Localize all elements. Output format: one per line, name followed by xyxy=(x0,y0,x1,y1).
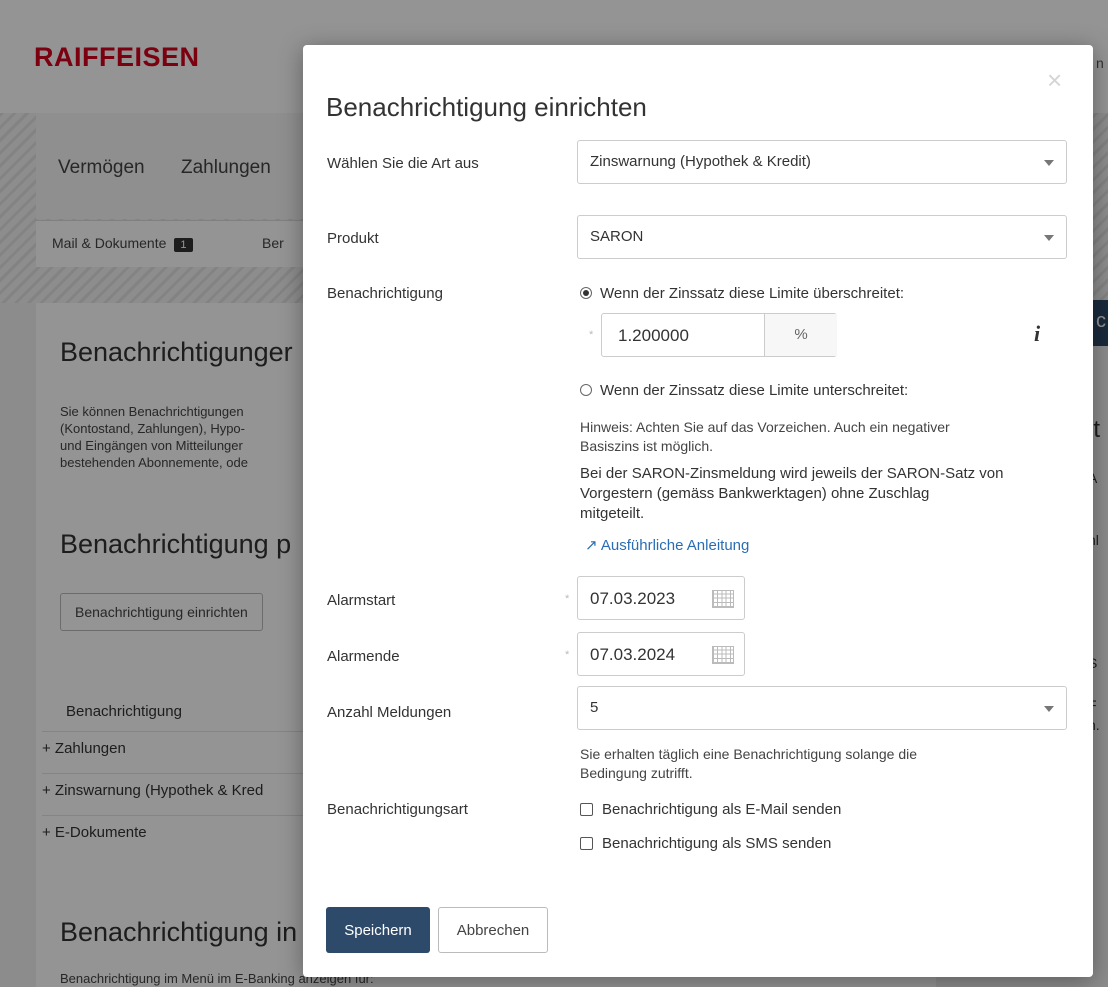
alarm-start-field[interactable]: 07.03.2023 xyxy=(577,576,745,620)
calendar-icon[interactable] xyxy=(712,590,734,608)
type-label: Wählen Sie die Art aus xyxy=(327,155,479,172)
note-line: mitgeteilt. xyxy=(580,505,645,522)
note-line: Vorgestern (gemäss Bankwerktagen) ohne Z… xyxy=(580,485,930,502)
hint-line: Bedingung zutrifft. xyxy=(580,765,693,781)
message-count-label: Anzahl Meldungen xyxy=(327,704,452,721)
sms-option[interactable]: Benachrichtigung als SMS senden xyxy=(580,835,831,852)
save-button[interactable]: Speichern xyxy=(326,907,430,953)
hint-line: Hinweis: Achten Sie auf das Vorzeichen. … xyxy=(580,419,950,435)
chevron-down-icon xyxy=(1044,160,1054,166)
email-option-label: Benachrichtigung als E-Mail senden xyxy=(602,801,842,818)
type-select[interactable]: Zinswarnung (Hypothek & Kredit) xyxy=(577,140,1067,184)
product-label: Produkt xyxy=(327,230,379,247)
alarm-start-value: 07.03.2023 xyxy=(590,589,676,608)
required-marker: * xyxy=(565,649,570,661)
radio-unselected-icon[interactable] xyxy=(580,384,592,396)
chevron-down-icon xyxy=(1044,706,1054,712)
note-line: Bei der SARON-Zinsmeldung wird jeweils d… xyxy=(580,465,1004,482)
notification-label: Benachrichtigung xyxy=(327,285,443,302)
product-select[interactable]: SARON xyxy=(577,215,1067,259)
saron-note: Bei der SARON-Zinsmeldung wird jeweils d… xyxy=(580,464,1060,524)
rate-limit-value: 1.200000 xyxy=(618,326,689,345)
chevron-down-icon xyxy=(1044,235,1054,241)
alarm-end-label: Alarmende xyxy=(327,648,400,665)
type-select-value: Zinswarnung (Hypothek & Kredit) xyxy=(590,153,811,170)
radio-exceeds-label: Wenn der Zinssatz diese Limite überschre… xyxy=(600,285,905,302)
product-select-value: SARON xyxy=(590,228,644,245)
radio-below-label: Wenn der Zinssatz diese Limite unterschr… xyxy=(600,382,909,399)
guide-link[interactable]: ↗ Ausführliche Anleitung xyxy=(585,536,749,554)
alarm-start-label: Alarmstart xyxy=(327,592,396,609)
message-count-value: 5 xyxy=(590,699,599,716)
calendar-icon[interactable] xyxy=(712,646,734,664)
alarm-end-field[interactable]: 07.03.2024 xyxy=(577,632,745,676)
sign-hint: Hinweis: Achten Sie auf das Vorzeichen. … xyxy=(580,418,1060,456)
checkbox-icon[interactable] xyxy=(580,803,593,816)
radio-exceeds[interactable]: Wenn der Zinssatz diese Limite überschre… xyxy=(580,285,904,302)
notification-setup-dialog: Benachrichtigung einrichten × Wählen Sie… xyxy=(303,45,1093,977)
cancel-button[interactable]: Abbrechen xyxy=(438,907,548,953)
checkbox-icon[interactable] xyxy=(580,837,593,850)
required-marker: * xyxy=(589,329,594,341)
email-option[interactable]: Benachrichtigung als E-Mail senden xyxy=(580,801,841,818)
radio-below[interactable]: Wenn der Zinssatz diese Limite unterschr… xyxy=(580,382,908,399)
dialog-title: Benachrichtigung einrichten xyxy=(326,92,647,123)
percent-addon: % xyxy=(764,314,837,356)
close-icon[interactable]: × xyxy=(1047,65,1062,96)
radio-selected-icon[interactable] xyxy=(580,287,592,299)
sms-option-label: Benachrichtigung als SMS senden xyxy=(602,835,832,852)
info-icon[interactable]: i xyxy=(1034,321,1040,347)
message-count-select[interactable]: 5 xyxy=(577,686,1067,730)
hint-line: Sie erhalten täglich eine Benachrichtigu… xyxy=(580,746,918,762)
delivery-type-label: Benachrichtigungsart xyxy=(327,801,468,818)
hint-line: Basiszins ist möglich. xyxy=(580,438,714,454)
alarm-end-value: 07.03.2024 xyxy=(590,645,676,664)
required-marker: * xyxy=(565,593,570,605)
rate-limit-input[interactable]: 1.200000 % xyxy=(601,313,837,357)
count-hint: Sie erhalten täglich eine Benachrichtigu… xyxy=(580,745,1060,783)
